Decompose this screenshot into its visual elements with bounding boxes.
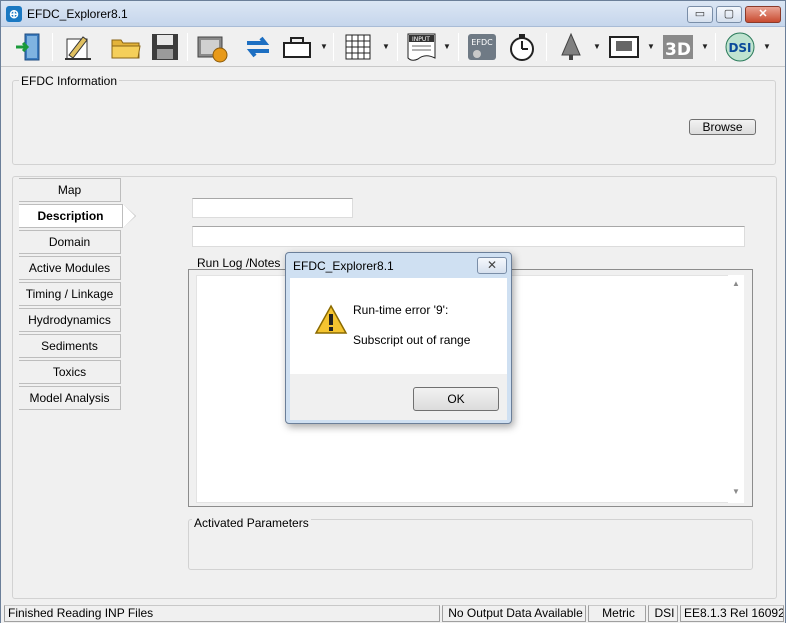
toolbar-separator [458, 33, 459, 61]
svg-text:INPUT: INPUT [412, 36, 430, 43]
window-title: EFDC_Explorer8.1 [27, 7, 128, 21]
stopwatch-icon[interactable] [505, 31, 539, 63]
close-button[interactable]: ✕ [745, 6, 781, 23]
efdc-information-label: EFDC Information [19, 74, 120, 88]
view-screen-icon[interactable] [607, 31, 641, 63]
dsi-dropdown-icon[interactable]: ▼ [763, 43, 771, 51]
scroll-up-icon[interactable]: ▲ [732, 279, 740, 288]
view-3d-dropdown-icon[interactable]: ▼ [701, 43, 709, 51]
toolbar-separator [715, 33, 716, 61]
ok-button[interactable]: OK [413, 387, 499, 411]
toolbox-dropdown-icon[interactable]: ▼ [320, 43, 328, 51]
dsi-logo-icon[interactable]: DSI [723, 31, 757, 63]
efdc-information-group [12, 80, 776, 165]
runlog-scrollbar[interactable]: ▲ ▼ [728, 275, 744, 503]
maximize-button[interactable]: ▢ [716, 6, 742, 23]
tree-dropdown-icon[interactable]: ▼ [593, 43, 601, 51]
run-efdc-icon[interactable] [195, 31, 229, 63]
error-title: Run-time error '9': [353, 303, 449, 317]
tab-sediments[interactable]: Sediments [19, 334, 121, 358]
tab-domain[interactable]: Domain [19, 230, 121, 254]
toolbar-separator [333, 33, 334, 61]
dialog-title: EFDC_Explorer8.1 [293, 259, 394, 273]
refresh-swap-icon[interactable] [241, 31, 275, 63]
title-bar: ⊕ EFDC_Explorer8.1 ▭ ▢ ✕ [1, 1, 785, 27]
exit-icon[interactable] [13, 31, 47, 63]
dialog-body: Run-time error '9': Subscript out of ran… [290, 278, 507, 374]
browse-button[interactable]: Browse [689, 119, 756, 135]
description-title-field[interactable] [192, 198, 353, 218]
toolbar-separator [397, 33, 398, 61]
view-dropdown-icon[interactable]: ▼ [647, 43, 655, 51]
new-project-icon[interactable] [61, 31, 95, 63]
runlog-label: Run Log /Notes [197, 256, 281, 270]
grid-table-icon[interactable] [341, 31, 375, 63]
tab-toxics[interactable]: Toxics [19, 360, 121, 384]
save-disk-icon[interactable] [148, 31, 182, 63]
error-dialog: EFDC_Explorer8.1 ✕ Run-time error '9': S… [285, 252, 512, 424]
tab-active-modules[interactable]: Active Modules [19, 256, 121, 280]
svg-text:3D: 3D [665, 40, 691, 60]
status-units: Metric [588, 605, 646, 622]
toolbar-separator [187, 33, 188, 61]
scroll-down-icon[interactable]: ▼ [732, 487, 740, 496]
warning-icon [314, 304, 348, 336]
minimize-button[interactable]: ▭ [687, 6, 713, 23]
description-field[interactable] [192, 226, 745, 247]
svg-text:EFDC: EFDC [471, 38, 493, 47]
grid-dropdown-icon[interactable]: ▼ [382, 43, 390, 51]
error-message: Subscript out of range [353, 333, 471, 347]
status-bar: Finished Reading INP Files No Output Dat… [1, 604, 785, 623]
status-vendor: DSI [648, 605, 678, 622]
toolbar-separator [52, 33, 53, 61]
efdc-app-icon[interactable]: ⊕ [6, 6, 22, 22]
view-3d-icon[interactable]: 3D [661, 31, 695, 63]
activated-parameters-label: Activated Parameters [192, 516, 311, 530]
dialog-close-button[interactable]: ✕ [477, 257, 507, 274]
dialog-footer: OK [290, 374, 507, 420]
tab-map[interactable]: Map [19, 178, 121, 202]
tab-hydrodynamics[interactable]: Hydrodynamics [19, 308, 121, 332]
tree-icon[interactable] [554, 31, 588, 63]
status-version: EE8.1.3 Rel 160923 [680, 605, 784, 622]
input-file-icon[interactable]: INPUT [405, 31, 439, 63]
tab-model-analysis[interactable]: Model Analysis [19, 386, 121, 410]
toolbar-separator [546, 33, 547, 61]
status-output: No Output Data Available [442, 605, 586, 622]
app-window: ⊕ EFDC_Explorer8.1 ▭ ▢ ✕ ▼ ▼ INPUT ▼ EFD… [0, 0, 786, 623]
open-folder-icon[interactable] [109, 31, 143, 63]
tab-timing-linkage[interactable]: Timing / Linkage [19, 282, 121, 306]
toolbox-icon[interactable] [280, 31, 314, 63]
efdc-run-icon[interactable]: EFDC [465, 31, 499, 63]
toolbar: ▼ ▼ INPUT ▼ EFDC ▼ ▼ 3D ▼ DSI ▼ [1, 27, 785, 67]
svg-text:DSI: DSI [728, 41, 751, 55]
tab-description[interactable]: Description [19, 204, 136, 228]
status-message: Finished Reading INP Files [4, 605, 440, 622]
input-dropdown-icon[interactable]: ▼ [443, 43, 451, 51]
